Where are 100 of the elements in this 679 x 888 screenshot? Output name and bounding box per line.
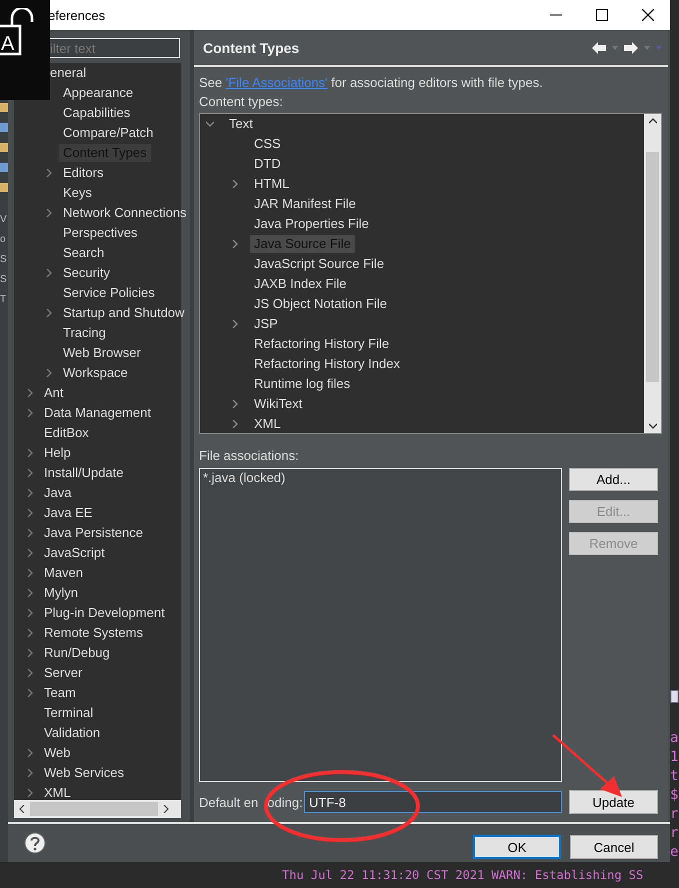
tree-item[interactable]: eneral [46,64,90,82]
tree-item[interactable]: Editors [59,164,108,182]
tree-item[interactable]: Security [59,264,114,282]
tree-item[interactable]: Maven [40,564,88,582]
chevron-right-icon[interactable] [26,589,34,597]
desktop-icon[interactable] [0,140,8,154]
tree-item[interactable]: JSP [250,315,282,333]
tree-item[interactable]: JAR Manifest File [250,195,360,213]
help-icon[interactable] [24,832,46,854]
scroll-left-icon[interactable] [18,805,26,813]
tree-item[interactable]: Server [40,664,86,682]
tree-item[interactable]: Startup and Shutdow [59,304,188,322]
tree-item[interactable]: Java Properties File [250,215,373,233]
tree-item[interactable]: Terminal [40,704,98,722]
tree-item[interactable]: Web [40,744,74,762]
tree-item[interactable]: JavaScript [40,544,109,562]
chevron-right-icon[interactable] [26,749,34,757]
tree-item[interactable]: EditBox [40,424,93,442]
chevron-right-icon[interactable] [26,609,34,617]
tree-item[interactable]: Validation [40,724,104,742]
vertical-scrollbar[interactable] [644,114,661,433]
tree-item[interactable]: Install/Update [40,464,128,482]
tree-item[interactable]: XML [40,784,75,802]
chevron-right-icon[interactable] [26,569,34,577]
tree-item[interactable]: Appearance [59,84,138,102]
tree-item[interactable]: Workspace [59,364,132,382]
tree-item[interactable]: Tracing [59,324,110,342]
tree-item[interactable]: JS Object Notation File [250,295,391,313]
tree-item[interactable]: Search [59,244,108,262]
chevron-right-icon[interactable] [26,549,34,557]
filter-field[interactable]: ilter text [50,38,180,58]
maximize-icon[interactable] [596,9,608,21]
tree-item[interactable]: HTML [250,175,294,193]
chevron-right-icon[interactable] [45,309,53,317]
chevron-right-icon[interactable] [26,769,34,777]
tree-item[interactable]: WikiText [250,395,306,413]
scroll-right-icon[interactable] [162,805,170,813]
scroll-down-icon[interactable] [648,423,656,429]
chevron-right-icon[interactable] [231,400,239,408]
chevron-right-icon[interactable] [26,689,34,697]
scroll-up-icon[interactable] [648,118,656,124]
chevron-right-icon[interactable] [26,789,34,797]
chevron-right-icon[interactable] [26,509,34,517]
chevron-right-icon[interactable] [45,169,53,177]
desktop-icon[interactable] [0,120,8,134]
encoding-field[interactable]: UTF-8 [304,791,562,813]
tree-item[interactable]: Java EE [40,504,96,522]
chevron-right-icon[interactable] [45,369,53,377]
chevron-right-icon[interactable] [26,529,34,537]
desktop-icon[interactable] [0,100,8,114]
tree-item[interactable]: Web Browser [59,344,145,362]
tree-item[interactable]: Java [40,484,76,502]
back-arrow-icon[interactable] [592,42,606,54]
tree-item[interactable]: Keys [59,184,96,202]
tree-item[interactable]: Network Connections [59,204,191,222]
tree-item[interactable]: Runtime log files [250,375,354,393]
tree-item[interactable]: Team [40,684,80,702]
tree-item[interactable]: JavaScript Source File [250,255,388,273]
horizontal-scrollbar[interactable] [14,800,181,818]
chevron-right-icon[interactable] [45,209,53,217]
chevron-right-icon[interactable] [26,409,34,417]
tree-item[interactable]: Text [225,115,257,133]
chevron-right-icon[interactable] [45,269,53,277]
tree-item[interactable]: Help [40,444,75,462]
tree-item[interactable]: Remote Systems [40,624,147,642]
chevron-right-icon[interactable] [26,389,34,397]
caret-icon[interactable] [644,46,650,50]
chevron-right-icon[interactable] [231,180,239,188]
tree-item[interactable]: Java Persistence [40,524,147,542]
desktop-icon[interactable] [0,160,8,174]
tree-item[interactable]: Service Policies [59,284,159,302]
chevron-right-icon[interactable] [231,420,239,428]
tree-item[interactable]: Data Management [40,404,155,422]
chevron-right-icon[interactable] [231,320,239,328]
tree-item[interactable]: Compare/Patch [59,124,158,142]
chevron-right-icon[interactable] [26,449,34,457]
dialog-button[interactable]: Cancel [570,835,658,859]
tree-item[interactable]: CSS [250,135,285,153]
chevron-right-icon[interactable] [26,649,34,657]
tree-item[interactable]: JAXB Index File [250,275,350,293]
tree-item[interactable]: Web Services [40,764,128,782]
tree-item[interactable]: Ant [40,384,68,402]
caret-icon[interactable] [612,46,618,50]
dialog-button[interactable]: OK [473,835,561,859]
desktop-icon[interactable] [0,180,8,194]
tree-item[interactable]: DTD [250,155,285,173]
tree-item[interactable]: Plug-in Development [40,604,169,622]
tree-item[interactable]: XML [250,415,285,433]
tree-item[interactable]: Capabilities [59,104,134,122]
tree-item[interactable]: Mylyn [40,584,82,602]
forward-arrow-icon[interactable] [624,42,638,54]
chevron-right-icon[interactable] [231,240,239,248]
tree-item[interactable]: Run/Debug [40,644,114,662]
chevron-right-icon[interactable] [26,469,34,477]
update-button[interactable]: Update [569,790,658,814]
tree-item[interactable]: Refactoring History File [250,335,394,353]
chevron-down-icon[interactable] [206,120,214,128]
chevron-right-icon[interactable] [26,629,34,637]
tree-item[interactable]: Refactoring History Index [250,355,404,373]
chevron-right-icon[interactable] [26,489,34,497]
